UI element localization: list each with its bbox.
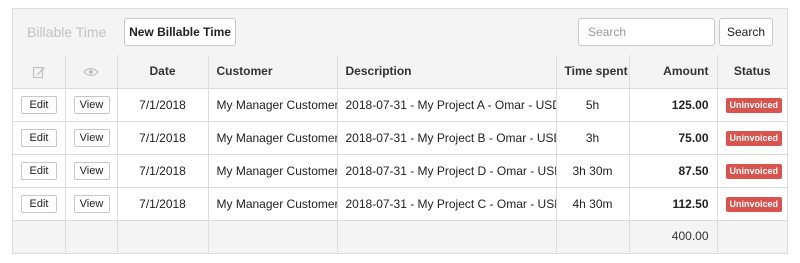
time-spent-cell: 4h 30m <box>556 187 630 221</box>
time-spent-cell: 5h <box>556 88 630 122</box>
edit-column-header <box>13 55 66 89</box>
customer-cell: My Manager Customer <box>208 187 338 221</box>
search-input[interactable] <box>578 18 715 46</box>
status-badge: Uninvoiced <box>725 97 783 113</box>
view-cell: View <box>65 88 118 122</box>
view-cell: View <box>65 154 118 188</box>
totals-empty-cell <box>208 220 338 252</box>
edit-button[interactable]: Edit <box>21 95 57 114</box>
edit-button[interactable]: Edit <box>21 128 57 147</box>
date-cell: 7/1/2018 <box>117 154 209 188</box>
new-billable-time-button[interactable]: New Billable Time <box>124 18 236 46</box>
customer-cell: My Manager Customer <box>208 88 338 122</box>
amount-cell: 125.00 <box>629 88 718 122</box>
edit-cell: Edit <box>13 121 66 155</box>
search-button[interactable]: Search <box>719 18 773 46</box>
status-badge: Uninvoiced <box>725 196 783 212</box>
customer-header[interactable]: Customer <box>208 55 338 89</box>
status-cell: Uninvoiced <box>717 121 787 155</box>
date-cell: 7/1/2018 <box>117 187 209 221</box>
description-cell: 2018-07-31 - My Project C - Omar - USD <box>337 187 557 221</box>
status-header[interactable]: Status <box>717 55 787 89</box>
view-cell: View <box>65 121 118 155</box>
edit-cell: Edit <box>13 154 66 188</box>
view-cell: View <box>65 187 118 221</box>
edit-cell: Edit <box>13 88 66 122</box>
date-cell: 7/1/2018 <box>117 88 209 122</box>
table-row: Edit View 7/1/2018 My Manager Customer 2… <box>13 121 787 155</box>
totals-empty-cell <box>717 220 787 252</box>
customer-cell: My Manager Customer <box>208 121 338 155</box>
time-spent-cell: 3h <box>556 121 630 155</box>
edit-button[interactable]: Edit <box>21 161 57 180</box>
view-button[interactable]: View <box>73 128 110 147</box>
date-header[interactable]: Date <box>117 55 209 89</box>
table-row: Edit View 7/1/2018 My Manager Customer 2… <box>13 187 787 221</box>
customer-cell: My Manager Customer <box>208 154 338 188</box>
totals-empty-cell <box>65 220 118 252</box>
totals-empty-cell <box>556 220 630 252</box>
status-cell: Uninvoiced <box>717 154 787 188</box>
eye-icon <box>83 67 99 77</box>
status-cell: Uninvoiced <box>717 88 787 122</box>
time-spent-cell: 3h 30m <box>556 154 630 188</box>
edit-cell: Edit <box>13 187 66 221</box>
billable-time-table: Date Customer Description Time spent Amo… <box>13 55 787 252</box>
description-cell: 2018-07-31 - My Project D - Omar - USD <box>337 154 557 188</box>
status-badge: Uninvoiced <box>725 130 783 146</box>
time-spent-header[interactable]: Time spent <box>556 55 630 89</box>
toolbar: Billable Time New Billable Time Search <box>13 9 787 56</box>
table-row: Edit View 7/1/2018 My Manager Customer 2… <box>13 154 787 188</box>
totals-empty-cell <box>13 220 66 252</box>
view-button[interactable]: View <box>73 161 110 180</box>
view-column-header <box>65 55 118 89</box>
billable-time-panel: Billable Time New Billable Time Search S… <box>12 8 788 254</box>
view-button[interactable]: View <box>73 95 110 114</box>
amount-cell: 87.50 <box>629 154 718 188</box>
amount-cell: 75.00 <box>629 121 718 155</box>
totals-empty-cell <box>117 220 209 252</box>
totals-row: 400.00 <box>13 220 787 252</box>
description-cell: 2018-07-31 - My Project A - Omar - USD <box>337 88 557 122</box>
amount-cell: 112.50 <box>629 187 718 221</box>
edit-icon <box>32 66 45 78</box>
total-amount: 400.00 <box>629 220 718 252</box>
table-header-row: Date Customer Description Time spent Amo… <box>13 55 787 89</box>
view-button[interactable]: View <box>73 194 110 213</box>
page-title: Billable Time <box>27 24 107 40</box>
amount-header[interactable]: Amount <box>629 55 718 89</box>
description-cell: 2018-07-31 - My Project B - Omar - USD <box>337 121 557 155</box>
status-cell: Uninvoiced <box>717 187 787 221</box>
date-cell: 7/1/2018 <box>117 121 209 155</box>
totals-empty-cell <box>337 220 557 252</box>
status-badge: Uninvoiced <box>725 163 783 179</box>
edit-button[interactable]: Edit <box>21 194 57 213</box>
table-row: Edit View 7/1/2018 My Manager Customer 2… <box>13 88 787 122</box>
description-header[interactable]: Description <box>337 55 557 89</box>
